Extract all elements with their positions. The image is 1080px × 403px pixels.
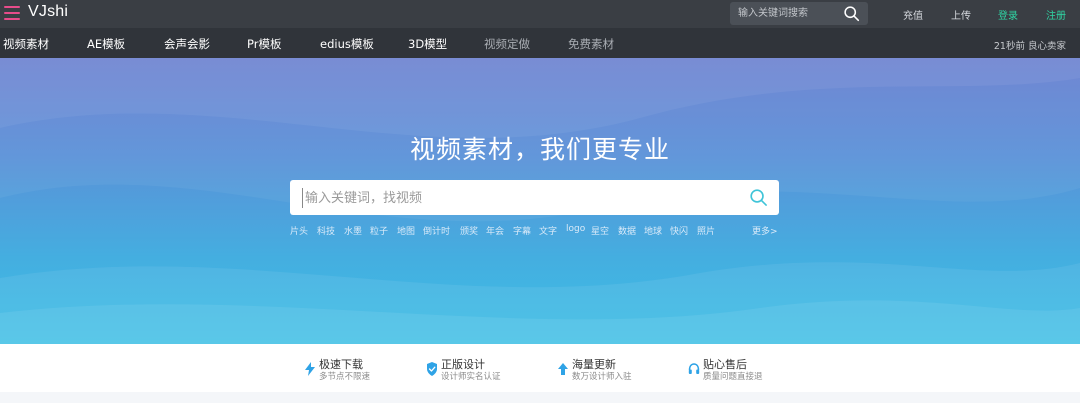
nav-item-video-material[interactable]: 视频素材	[3, 36, 49, 52]
arrow-up-icon	[558, 363, 568, 375]
tag-link[interactable]: 水墨	[344, 224, 362, 237]
tag-link[interactable]: 年会	[486, 224, 504, 237]
feature-subtitle: 数万设计师入驻	[572, 372, 632, 382]
tag-link[interactable]: 快闪	[670, 224, 688, 237]
feature-subtitle: 质量问题直接退	[703, 372, 763, 382]
main-search-box	[290, 180, 779, 215]
tag-link[interactable]: 文字	[539, 224, 557, 237]
tag-link[interactable]: 颁奖	[460, 224, 478, 237]
page-bottom-area	[0, 392, 1080, 403]
login-link[interactable]: 登录	[998, 7, 1018, 22]
nav-item-free-material[interactable]: 免费素材	[568, 36, 614, 52]
main-search-input[interactable]	[302, 188, 732, 208]
tag-link[interactable]: 字幕	[513, 224, 531, 237]
nav-item-pr-templates[interactable]: Pr模板	[247, 36, 281, 52]
tag-link[interactable]: 地球	[644, 224, 662, 237]
more-tags-link[interactable]: 更多>	[752, 224, 778, 237]
page: VJshi 充值 上传 登录 注册 视频素材 AE模板 会声会影 Pr模板 ed…	[0, 0, 1080, 403]
feature-subtitle: 多节点不限速	[319, 372, 371, 382]
tag-link[interactable]: 倒计时	[423, 224, 450, 237]
shield-check-icon	[427, 362, 437, 376]
tag-link[interactable]: 地图	[397, 224, 415, 237]
feature-strip: 极速下载 多节点不限速 正版设计 设计师实名认证 海量更新 数万设计师入驻 贴心…	[0, 344, 1080, 392]
tag-link[interactable]: 照片	[697, 224, 715, 237]
hot-tags: 片头 科技 水墨 粒子 地图 倒计时 颁奖 年会 字幕 文字 logo 星空 数…	[290, 224, 779, 238]
search-icon[interactable]	[843, 5, 860, 22]
hero-banner: 视频素材，我们更专业 片头 科技 水墨 粒子 地图 倒计时 颁奖 年会 字幕 文…	[0, 58, 1080, 344]
register-link[interactable]: 注册	[1046, 7, 1066, 22]
site-logo[interactable]: VJshi	[28, 3, 68, 21]
tag-link[interactable]: 星空	[591, 224, 609, 237]
search-icon[interactable]	[749, 188, 768, 207]
nav-item-ae-templates[interactable]: AE模板	[87, 36, 125, 52]
nav-item-custom-video[interactable]: 视频定做	[484, 36, 530, 52]
upload-link[interactable]: 上传	[951, 7, 971, 22]
feature-subtitle: 设计师实名认证	[441, 372, 501, 382]
nav-item-3d-models[interactable]: 3D模型	[408, 36, 447, 52]
tag-link[interactable]: 粒子	[370, 224, 388, 237]
hamburger-menu-icon[interactable]	[4, 6, 20, 20]
tag-link[interactable]: 科技	[317, 224, 335, 237]
tag-link[interactable]: 片头	[290, 224, 308, 237]
headset-icon	[688, 363, 700, 374]
nav-item-corel-videostudio[interactable]: 会声会影	[164, 36, 210, 52]
top-search-input[interactable]	[738, 6, 838, 21]
top-bar: VJshi 充值 上传 登录 注册	[0, 0, 1080, 28]
tag-link[interactable]: 数据	[618, 224, 636, 237]
nav-item-edius-templates[interactable]: edius模板	[320, 36, 374, 52]
hero-title: 视频素材，我们更专业	[409, 135, 670, 164]
activity-ticker: 21秒前 良心卖家	[993, 41, 1066, 52]
recharge-link[interactable]: 充值	[903, 7, 923, 22]
category-nav: 视频素材 AE模板 会声会影 Pr模板 edius模板 3D模型 视频定做 免费…	[0, 28, 1080, 58]
tag-link[interactable]: logo	[566, 224, 585, 234]
top-search-box	[730, 2, 868, 25]
lightning-icon	[305, 362, 315, 376]
